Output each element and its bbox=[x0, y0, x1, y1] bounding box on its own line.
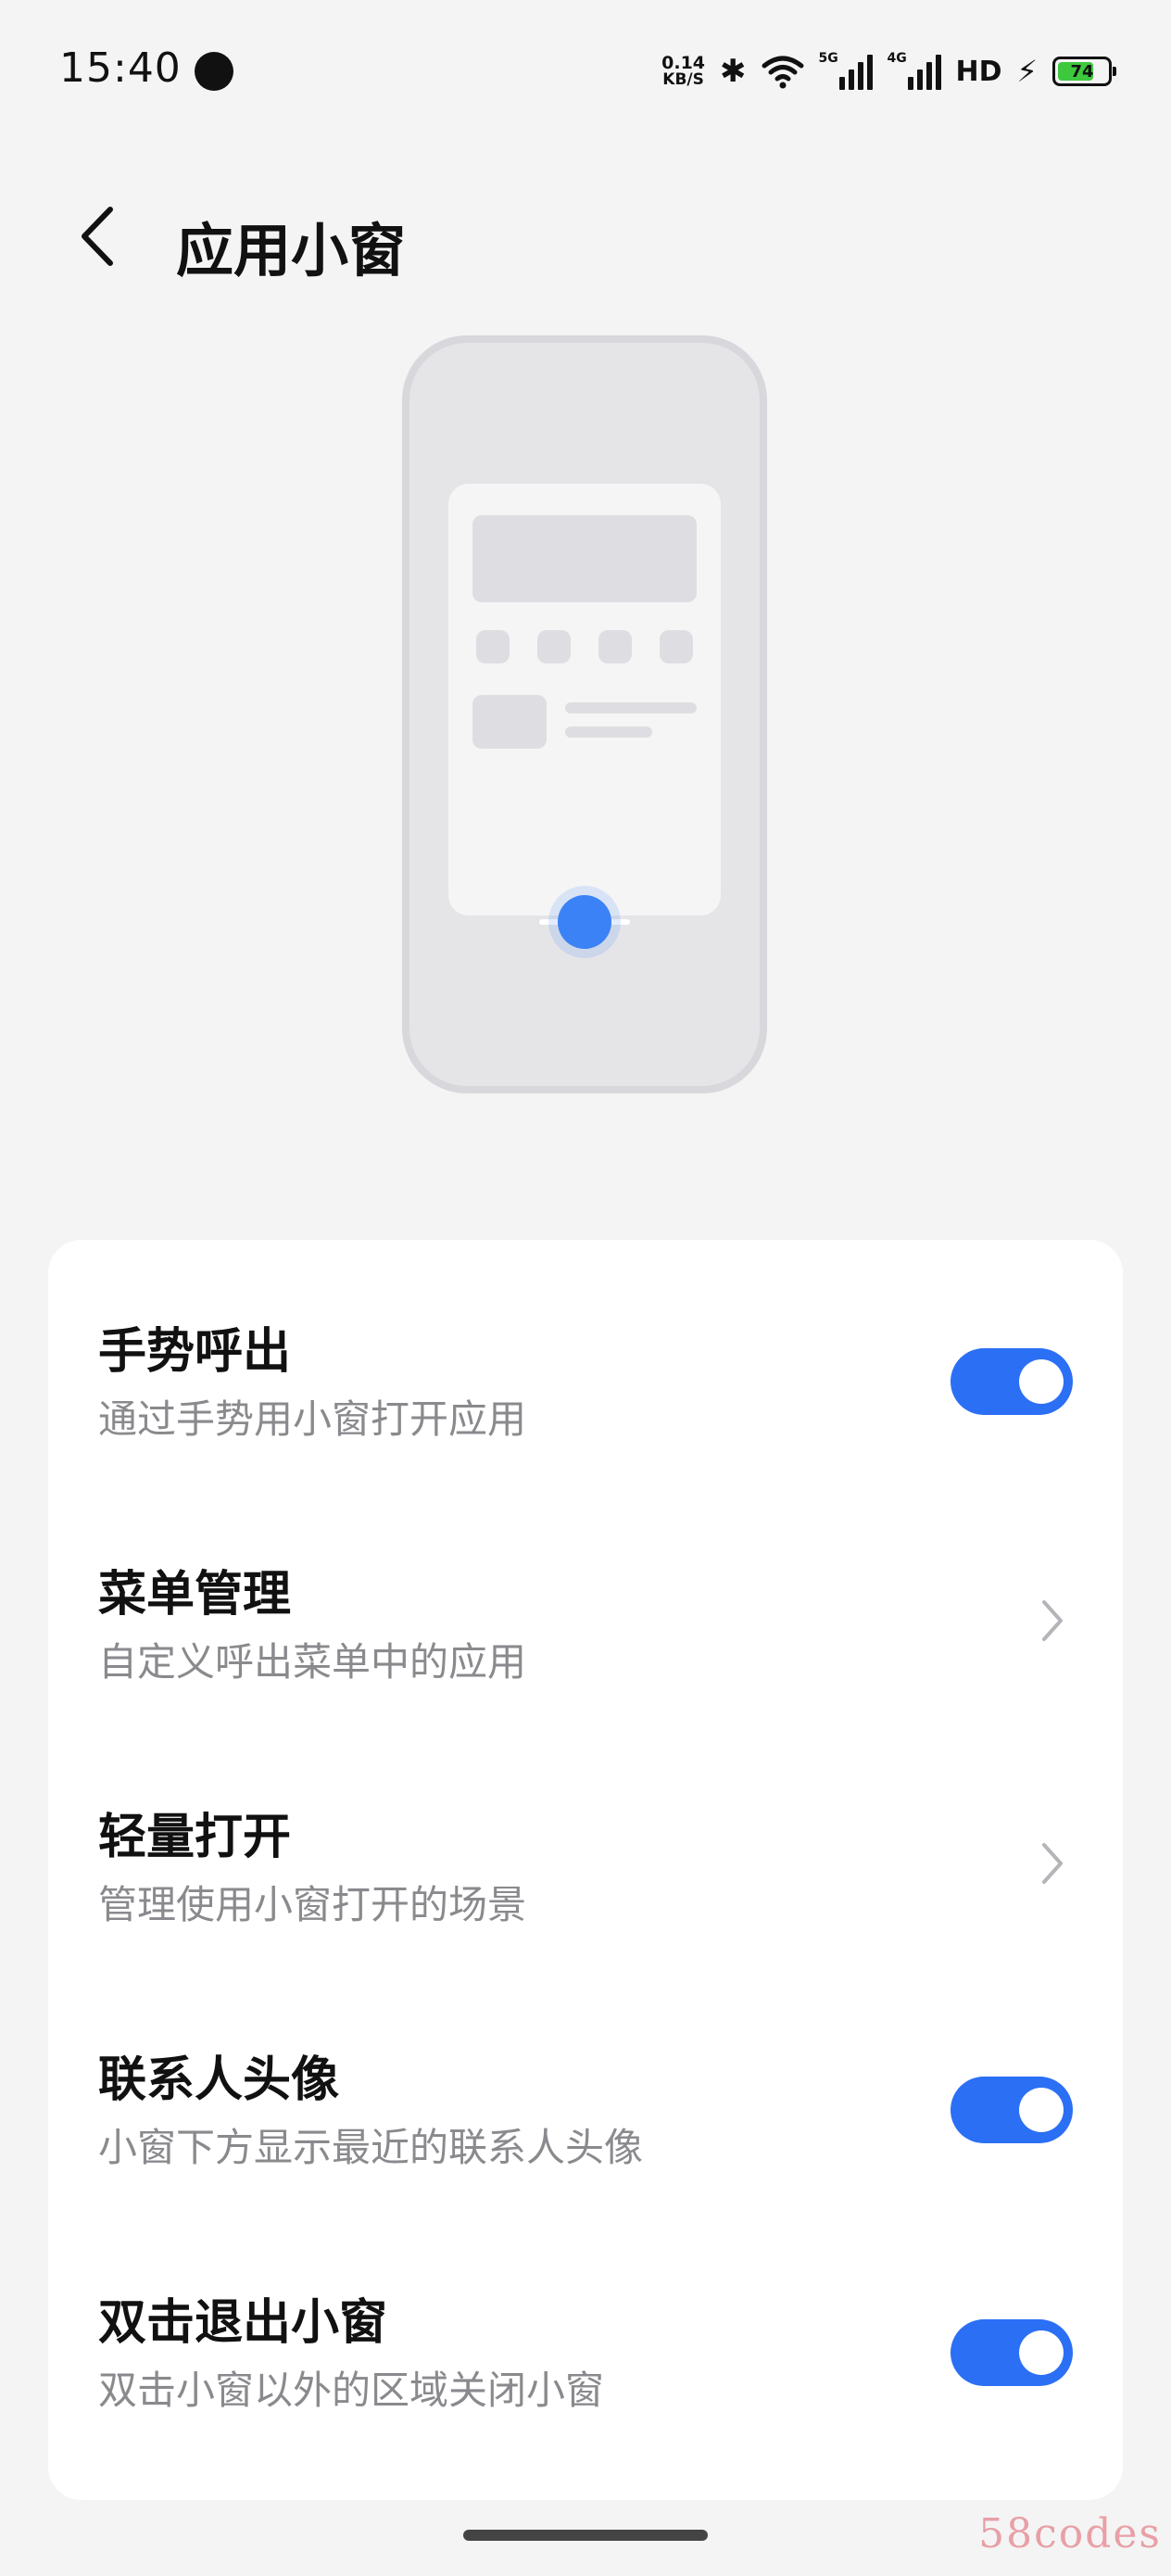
toggle-knob bbox=[1019, 1359, 1064, 1404]
setting-gesture-invoke[interactable]: 手势呼出 通过手势用小窗打开应用 bbox=[48, 1240, 1123, 1483]
phone-screen-illustration bbox=[448, 484, 721, 915]
network-speed-unit: KB/S bbox=[662, 70, 704, 89]
bluetooth-icon: ✱ bbox=[720, 53, 747, 90]
signal-sim1-icon: 5G bbox=[818, 51, 873, 90]
setting-subtitle: 通过手势用小窗打开应用 bbox=[98, 1396, 527, 1442]
placeholder-app-icon bbox=[660, 630, 693, 663]
sim1-network-type: 5G bbox=[818, 51, 838, 66]
page-title: 应用小窗 bbox=[176, 217, 407, 284]
chevron-right-icon bbox=[1042, 1600, 1063, 1641]
gesture-line-left bbox=[539, 919, 560, 925]
status-bar: 15:40 0.14 KB/S ✱ 5G 4G HD ⚡ 74 bbox=[0, 0, 1171, 139]
setting-light-open[interactable]: 轻量打开 管理使用小窗打开的场景 bbox=[48, 1725, 1123, 1968]
battery-level: 74 bbox=[1070, 61, 1094, 82]
toggle-knob bbox=[1019, 2330, 1064, 2375]
status-icons: 0.14 KB/S ✱ 5G 4G HD ⚡ 74 bbox=[661, 46, 1116, 96]
hd-voice-label: HD bbox=[955, 55, 1002, 88]
placeholder-text-line bbox=[565, 702, 697, 713]
signal-sim2-icon: 4G bbox=[887, 51, 941, 90]
settings-card: 手势呼出 通过手势用小窗打开应用 菜单管理 自定义呼出菜单中的应用 轻量打开 管… bbox=[48, 1240, 1123, 2500]
placeholder-banner bbox=[472, 515, 697, 602]
small-window-illustration bbox=[402, 335, 767, 1093]
setting-title: 菜单管理 bbox=[98, 1567, 292, 1623]
wifi-icon bbox=[762, 56, 804, 89]
setting-title: 轻量打开 bbox=[98, 1810, 292, 1865]
watermark: 58codes bbox=[978, 2510, 1162, 2557]
chevron-right-icon bbox=[1042, 1843, 1063, 1884]
setting-title: 手势呼出 bbox=[98, 1324, 292, 1380]
setting-subtitle: 管理使用小窗打开的场景 bbox=[98, 1882, 527, 1927]
gesture-invoke-toggle[interactable] bbox=[951, 1348, 1073, 1415]
setting-title: 双击退出小窗 bbox=[98, 2295, 388, 2351]
placeholder-app-icon bbox=[537, 630, 571, 663]
setting-subtitle: 小窗下方显示最近的联系人头像 bbox=[98, 2125, 644, 2170]
placeholder-app-icon bbox=[598, 630, 632, 663]
gesture-line-right bbox=[610, 919, 630, 925]
gesture-dot-icon bbox=[558, 895, 611, 949]
setting-contact-avatars[interactable]: 联系人头像 小窗下方显示最近的联系人头像 bbox=[48, 1968, 1123, 2211]
back-button[interactable] bbox=[65, 199, 130, 273]
charging-icon: ⚡ bbox=[1016, 54, 1038, 89]
toggle-knob bbox=[1019, 2088, 1064, 2132]
placeholder-thumbnail bbox=[472, 695, 547, 749]
setting-subtitle: 自定义呼出菜单中的应用 bbox=[98, 1639, 527, 1685]
sim2-network-type: 4G bbox=[887, 51, 907, 66]
status-time: 15:40 bbox=[59, 44, 182, 92]
notification-bubble-icon bbox=[195, 52, 233, 91]
placeholder-app-icon bbox=[476, 630, 510, 663]
placeholder-text-line bbox=[565, 726, 652, 738]
app-header: 应用小窗 bbox=[0, 176, 1171, 297]
page: 15:40 0.14 KB/S ✱ 5G 4G HD ⚡ 74 应用小窗 手势呼… bbox=[0, 0, 1171, 2576]
chevron-left-icon bbox=[82, 207, 113, 266]
network-speed: 0.14 KB/S bbox=[661, 55, 705, 88]
battery-icon: 74 bbox=[1052, 57, 1116, 86]
setting-subtitle: 双击小窗以外的区域关闭小窗 bbox=[98, 2368, 605, 2413]
setting-double-tap-exit[interactable]: 双击退出小窗 双击小窗以外的区域关闭小窗 bbox=[48, 2211, 1123, 2454]
setting-menu-management[interactable]: 菜单管理 自定义呼出菜单中的应用 bbox=[48, 1483, 1123, 1725]
home-indicator[interactable] bbox=[463, 2530, 708, 2541]
contact-avatars-toggle[interactable] bbox=[951, 2077, 1073, 2143]
double-tap-exit-toggle[interactable] bbox=[951, 2319, 1073, 2386]
setting-title: 联系人头像 bbox=[98, 2052, 340, 2108]
